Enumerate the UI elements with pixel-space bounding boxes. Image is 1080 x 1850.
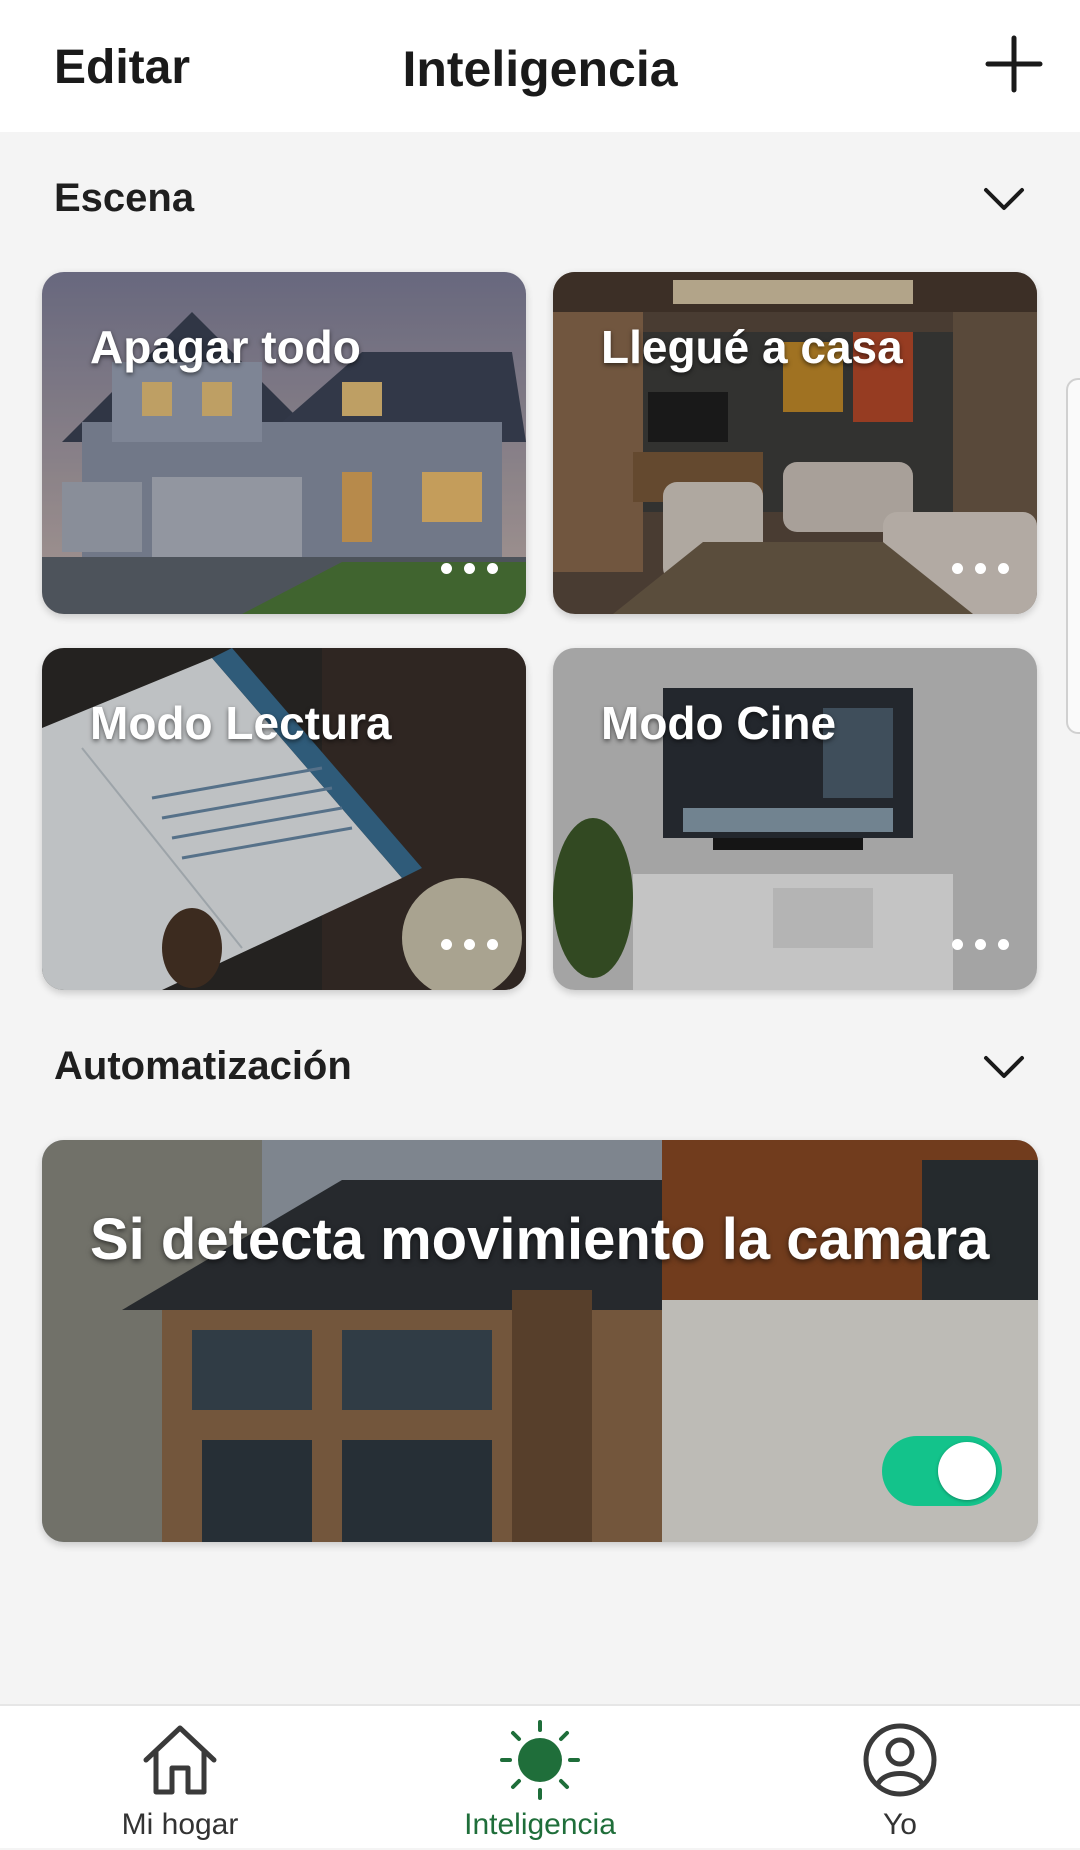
nav-label: Yo <box>883 1808 917 1841</box>
scene-card-label: Modo Cine <box>601 697 837 749</box>
sun-icon <box>500 1720 580 1800</box>
automation-card-label: Si detecta movimiento la camara <box>90 1207 990 1272</box>
bottom-navigation: Mi hogar Inteligencia Yo <box>0 1704 1080 1848</box>
profile-icon <box>863 1723 937 1797</box>
scene-card-apagar-todo[interactable]: Apagar todo <box>42 272 526 614</box>
top-bar: Editar Inteligencia <box>0 0 1080 132</box>
scene-card-llegue-a-casa[interactable]: Llegué a casa <box>553 272 1037 614</box>
scene-card-label: Llegué a casa <box>601 321 903 373</box>
automation-section-title: Automatización <box>54 1043 352 1088</box>
page-title: Inteligencia <box>402 41 678 97</box>
more-options-icon[interactable] <box>441 939 498 950</box>
scene-card-modo-cine[interactable]: Modo Cine <box>553 648 1037 990</box>
automation-section-header: Automatización <box>54 1036 1026 1096</box>
plus-icon[interactable] <box>984 34 1044 94</box>
chevron-down-icon[interactable] <box>982 176 1026 220</box>
more-options-icon[interactable] <box>441 563 498 574</box>
more-options-icon[interactable] <box>952 939 1009 950</box>
nav-item-mi-hogar[interactable]: Mi hogar <box>60 1720 300 1850</box>
toggle-knob <box>938 1442 996 1500</box>
nav-item-inteligencia[interactable]: Inteligencia <box>420 1720 660 1850</box>
scene-card-label: Modo Lectura <box>90 697 392 749</box>
scene-card-label: Apagar todo <box>90 321 361 373</box>
nav-label: Mi hogar <box>121 1808 239 1841</box>
nav-item-yo[interactable]: Yo <box>780 1720 1020 1850</box>
nav-label: Inteligencia <box>464 1808 616 1841</box>
scene-card-modo-lectura[interactable]: Modo Lectura <box>42 648 526 990</box>
automation-card-motion[interactable]: Si detecta movimiento la camara <box>42 1140 1038 1542</box>
scene-section-header: Escena <box>54 168 1026 228</box>
chevron-down-icon[interactable] <box>982 1044 1026 1088</box>
scroll-indicator[interactable] <box>1066 378 1080 734</box>
automation-toggle[interactable] <box>882 1436 1002 1506</box>
home-icon <box>143 1725 217 1795</box>
more-options-icon[interactable] <box>952 563 1009 574</box>
scene-section-title: Escena <box>54 175 195 220</box>
